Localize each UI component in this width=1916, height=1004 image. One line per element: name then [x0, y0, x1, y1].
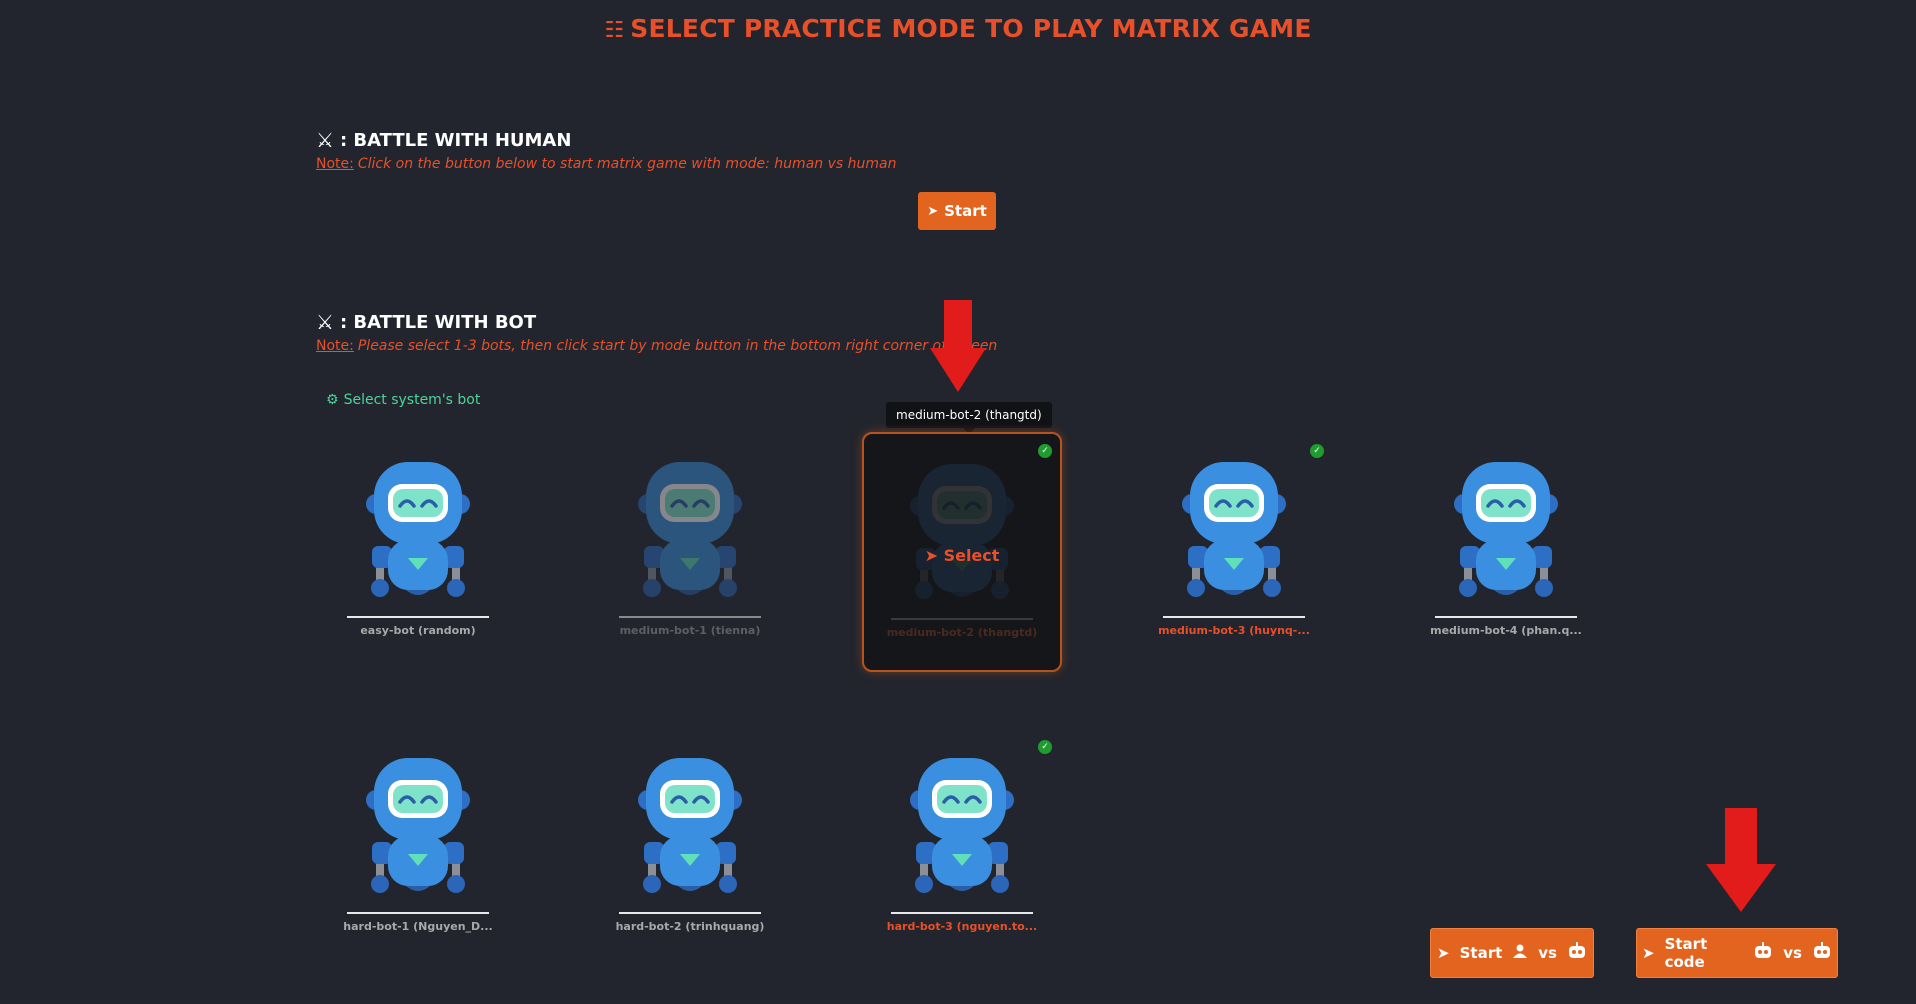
bot-name: hard-bot-2 (trinhquang)	[615, 920, 765, 933]
bot-name-underline	[619, 616, 761, 618]
start-human-vs-bot-button[interactable]: ➤ Start vs	[1430, 928, 1594, 978]
bot-name-underline	[347, 616, 489, 618]
bot-name: medium-bot-1 (tienna)	[619, 624, 761, 637]
bot-card[interactable]: hard-bot-3 (nguyen.to...	[862, 728, 1062, 968]
robot-icon	[1567, 942, 1587, 964]
gear-icon: ⚙	[326, 392, 339, 408]
paper-plane-icon: ➤	[1642, 944, 1655, 962]
robot-icon	[634, 462, 746, 608]
bot-card[interactable]: hard-bot-2 (trinhquang)	[590, 728, 790, 968]
bot-card[interactable]: easy-bot (random)	[318, 432, 518, 672]
robot-icon	[906, 758, 1018, 904]
user-icon	[1512, 943, 1528, 963]
checklist-icon: ☷	[604, 18, 625, 43]
bot-card[interactable]: medium-bot-4 (phan.q...	[1406, 432, 1606, 672]
robot-icon	[1753, 942, 1773, 964]
bot-name-underline	[891, 912, 1033, 914]
selected-check-icon: ✓	[1038, 444, 1052, 458]
start-code-vs-bot-button[interactable]: ➤ Start code vs	[1636, 928, 1838, 978]
bot-name-underline	[347, 912, 489, 914]
robot-icon	[362, 758, 474, 904]
robot-icon	[1450, 462, 1562, 608]
paper-plane-icon: ➤	[927, 203, 939, 219]
swords-icon: ⚔	[316, 310, 334, 334]
bot-name: hard-bot-3 (nguyen.to...	[886, 920, 1038, 933]
selected-check-icon: ✓	[1038, 740, 1052, 754]
bot-name: easy-bot (random)	[360, 624, 476, 637]
bot-card[interactable]: medium-bot-2 (thangtd) ➤ Select	[862, 432, 1062, 672]
bot-name-underline	[891, 618, 1033, 620]
human-start-button[interactable]: ➤ Start	[918, 192, 996, 230]
bot-name: medium-bot-3 (huynq-...	[1158, 624, 1310, 637]
page-title: ☷ SELECT PRACTICE MODE TO PLAY MATRIX GAM…	[604, 14, 1312, 43]
bot-name: hard-bot-1 (Nguyen_D...	[343, 920, 493, 933]
bot-note: Note: Please select 1-3 bots, then click …	[316, 338, 998, 354]
bot-name: medium-bot-4 (phan.q...	[1430, 624, 1582, 637]
human-note: Note: Click on the button below to start …	[316, 156, 897, 172]
bot-section-title: ⚔ : BATTLE WITH BOT	[316, 310, 537, 334]
paper-plane-icon: ➤	[924, 546, 944, 565]
swords-icon: ⚔	[316, 128, 334, 152]
bot-tooltip: medium-bot-2 (thangtd)	[886, 402, 1052, 434]
bot-card[interactable]: medium-bot-3 (huynq-...	[1134, 432, 1334, 672]
bot-card[interactable]: hard-bot-1 (Nguyen_D...	[318, 728, 518, 968]
bot-card[interactable]: medium-bot-1 (tienna)	[590, 432, 790, 672]
bot-name-underline	[619, 912, 761, 914]
robot-icon	[1812, 942, 1832, 964]
robot-icon	[906, 464, 1018, 610]
select-system-bot-link[interactable]: ⚙ Select system's bot	[326, 392, 480, 408]
paper-plane-icon: ➤	[1437, 944, 1450, 962]
red-arrow-indicator	[1706, 808, 1776, 912]
bot-name-underline	[1163, 616, 1305, 618]
human-section-title: ⚔ : BATTLE WITH HUMAN	[316, 128, 572, 152]
robot-icon	[634, 758, 746, 904]
bot-name-underline	[1435, 616, 1577, 618]
robot-icon	[362, 462, 474, 608]
bot-name: medium-bot-2 (thangtd)	[886, 626, 1038, 639]
selected-check-icon: ✓	[1310, 444, 1324, 458]
red-arrow-indicator	[930, 300, 986, 392]
robot-icon	[1178, 462, 1290, 608]
select-bot-button[interactable]: ➤ Select	[864, 546, 1060, 565]
